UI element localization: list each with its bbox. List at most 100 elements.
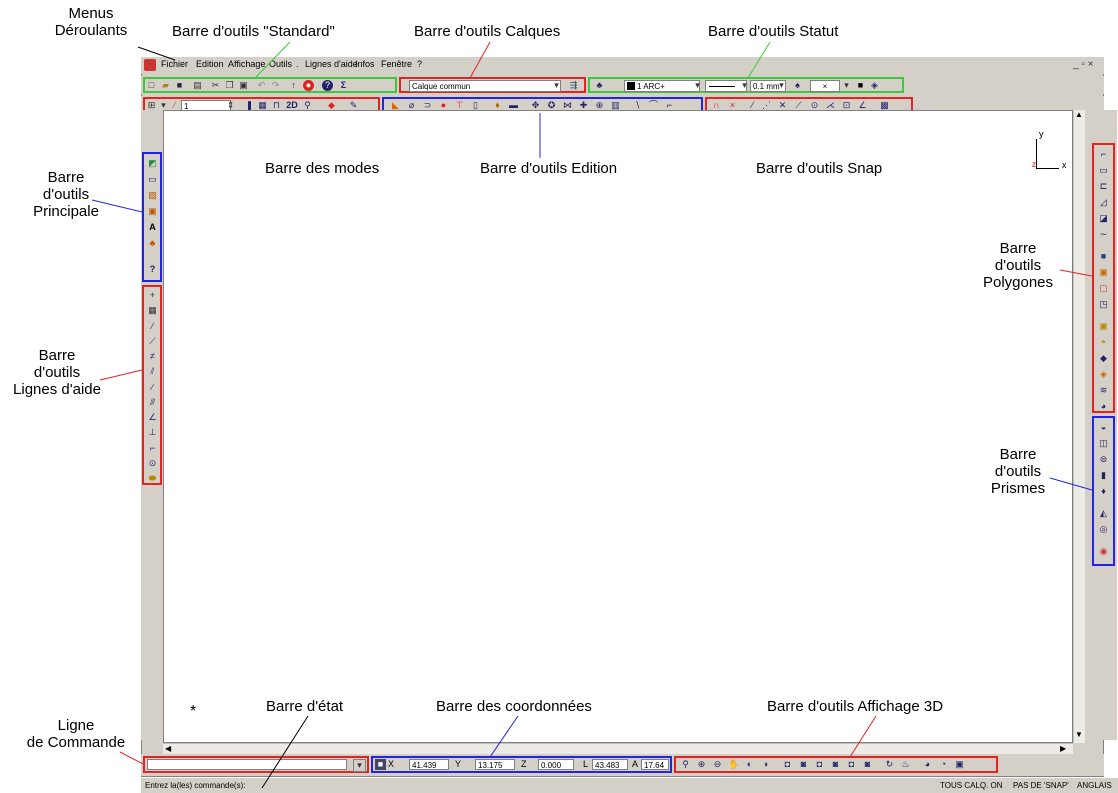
aide-multi-icon[interactable]: ⫻: [147, 397, 158, 408]
view-top-icon[interactable]: ◘: [782, 759, 793, 770]
pattern-dropdown-icon[interactable]: ▾: [841, 80, 852, 91]
view-right-icon[interactable]: ◘: [814, 759, 825, 770]
view-zoom-out-icon[interactable]: ⊖: [712, 759, 723, 770]
coord-x-field[interactable]: 41.439: [409, 759, 449, 770]
open-file-icon[interactable]: ▰: [160, 80, 171, 91]
menu-outils[interactable]: Outils: [269, 59, 292, 69]
pattern-combo[interactable]: ×: [810, 80, 840, 92]
view-iso-icon[interactable]: ◙: [862, 759, 873, 770]
view-next-icon[interactable]: ◑: [760, 759, 771, 770]
menu-affichage[interactable]: Affichage: [228, 59, 265, 69]
poly-solid-icon[interactable]: ◕: [1098, 401, 1109, 412]
aide-grid-icon[interactable]: ▦: [147, 305, 158, 316]
principal-block-icon[interactable]: ▣: [147, 206, 158, 217]
principal-help-icon[interactable]: ?: [147, 264, 158, 275]
vertical-scrollbar[interactable]: ▲ ▼: [1073, 110, 1085, 743]
prism-box-icon[interactable]: ◫: [1098, 438, 1109, 449]
poly-rect-icon[interactable]: ▭: [1098, 165, 1109, 176]
help-icon[interactable]: ?: [322, 80, 333, 91]
menu-help[interactable]: ?: [417, 59, 422, 69]
undo-icon[interactable]: ↶: [256, 80, 267, 91]
prism-cone-icon[interactable]: ◭: [1098, 508, 1109, 519]
view-left-icon[interactable]: ◙: [830, 759, 841, 770]
copy-icon[interactable]: ❐: [224, 80, 235, 91]
up-arrow-icon[interactable]: ↑: [288, 80, 299, 91]
scroll-up-icon[interactable]: ▲: [1075, 110, 1083, 119]
new-file-icon[interactable]: □: [146, 80, 157, 91]
fill-bucket-icon[interactable]: ◈: [869, 80, 880, 91]
poly-diamond-icon[interactable]: ◆: [1098, 353, 1109, 364]
aide-line-icon[interactable]: ⁄: [147, 321, 158, 332]
principal-dimension-icon[interactable]: ♣: [147, 238, 158, 249]
aide-angle-icon[interactable]: ∠: [147, 412, 158, 423]
brush-icon[interactable]: ♣: [594, 80, 605, 91]
command-line-input[interactable]: [147, 759, 347, 770]
aide-offset-icon[interactable]: ⫽: [147, 366, 158, 377]
aide-parallel-icon[interactable]: ≠: [147, 351, 158, 362]
cut-icon[interactable]: ✂: [210, 80, 221, 91]
fill-color-icon[interactable]: ■: [855, 80, 866, 91]
linewidth-dropdown-icon[interactable]: ▾: [776, 80, 787, 91]
pen-icon[interactable]: ♠: [792, 80, 803, 91]
view-zoom-in-icon[interactable]: ⊕: [696, 759, 707, 770]
poly-red-icon[interactable]: ▢: [1098, 283, 1109, 294]
status-calques[interactable]: TOUS CALQ. ON: [940, 781, 1003, 790]
layer-dropdown-icon[interactable]: ▾: [551, 80, 562, 91]
poly-pointer-icon[interactable]: ◳: [1098, 299, 1109, 310]
stop-icon[interactable]: ●: [303, 80, 314, 91]
aide-eraser-icon[interactable]: ⬬: [147, 473, 158, 484]
save-icon[interactable]: ■: [174, 80, 185, 91]
view-front-icon[interactable]: ◙: [798, 759, 809, 770]
poly-sphere-icon[interactable]: ◓: [1098, 337, 1109, 348]
layer-manager-icon[interactable]: ⇶: [568, 80, 579, 91]
poly-corner-icon[interactable]: ⌐: [1098, 149, 1109, 160]
scroll-down-icon[interactable]: ▼: [1075, 730, 1083, 739]
color-combo[interactable]: 1 ARC+: [624, 80, 700, 92]
color-dropdown-icon[interactable]: ▾: [692, 80, 703, 91]
menu-lignes-aide[interactable]: Lignes d'aide: [305, 59, 358, 69]
poly-fill-icon[interactable]: ■: [1098, 251, 1109, 262]
poly-cube-icon[interactable]: ◈: [1098, 369, 1109, 380]
view-render-icon[interactable]: ◔: [938, 759, 949, 770]
view-orbit-icon[interactable]: ↻: [884, 759, 895, 770]
window-controls[interactable]: _ ▫ ×: [1073, 59, 1094, 70]
sigma-icon[interactable]: Σ: [338, 80, 349, 91]
status-snap[interactable]: PAS DE 'SNAP': [1013, 781, 1069, 790]
aide-cross-icon[interactable]: +: [147, 290, 158, 301]
poly-orange-icon[interactable]: ▣: [1098, 267, 1109, 278]
menu-fenetre[interactable]: Fenêtre: [381, 59, 412, 69]
principal-hatch-icon[interactable]: ▨: [147, 190, 158, 201]
paste-icon[interactable]: ▣: [238, 80, 249, 91]
prism-can-icon[interactable]: ▮: [1098, 470, 1109, 481]
view-back-icon[interactable]: ◘: [846, 759, 857, 770]
aide-corner-icon[interactable]: ⌐: [147, 443, 158, 454]
horizontal-scrollbar[interactable]: ◀ ▶: [163, 743, 1073, 754]
poly-yellow-icon[interactable]: ▣: [1098, 321, 1109, 332]
linestyle-dropdown-icon[interactable]: ▾: [739, 80, 750, 91]
principal-draw-icon[interactable]: ◩: [147, 158, 158, 169]
prism-multi-icon[interactable]: ◎: [1098, 524, 1109, 535]
aide-slant-icon[interactable]: ⟋: [147, 336, 158, 347]
principal-doc-icon[interactable]: ▭: [147, 174, 158, 185]
scroll-right-icon[interactable]: ▶: [1060, 744, 1066, 753]
view-zoom-icon[interactable]: ⚲: [680, 759, 691, 770]
prism-tube-icon[interactable]: ⊜: [1098, 454, 1109, 465]
aide-perp-icon[interactable]: ⊥: [147, 427, 158, 438]
drawing-canvas[interactable]: y z x *: [163, 110, 1073, 743]
scroll-left-icon[interactable]: ◀: [165, 744, 171, 753]
prism-cyl-icon[interactable]: ◒: [1098, 422, 1109, 433]
coord-lock-icon[interactable]: ■: [375, 759, 386, 770]
coord-a-field[interactable]: 17.64: [641, 759, 669, 770]
aide-bisect-icon[interactable]: ∕: [147, 382, 158, 393]
menu-infos[interactable]: Infos: [355, 59, 375, 69]
view-window-icon[interactable]: ▣: [954, 759, 965, 770]
layer-combo[interactable]: Calque commun: [409, 80, 561, 92]
principal-text-icon[interactable]: A: [147, 222, 158, 233]
poly-shape-icon[interactable]: ◪: [1098, 213, 1109, 224]
coord-l-field[interactable]: 43.483: [592, 759, 628, 770]
prism-red-icon[interactable]: ◉: [1098, 546, 1109, 557]
poly-triangle-icon[interactable]: ◿: [1098, 197, 1109, 208]
view-camera-icon[interactable]: ♨: [900, 759, 911, 770]
print-icon[interactable]: ▤: [192, 80, 203, 91]
view-shade-icon[interactable]: ◕: [922, 759, 933, 770]
